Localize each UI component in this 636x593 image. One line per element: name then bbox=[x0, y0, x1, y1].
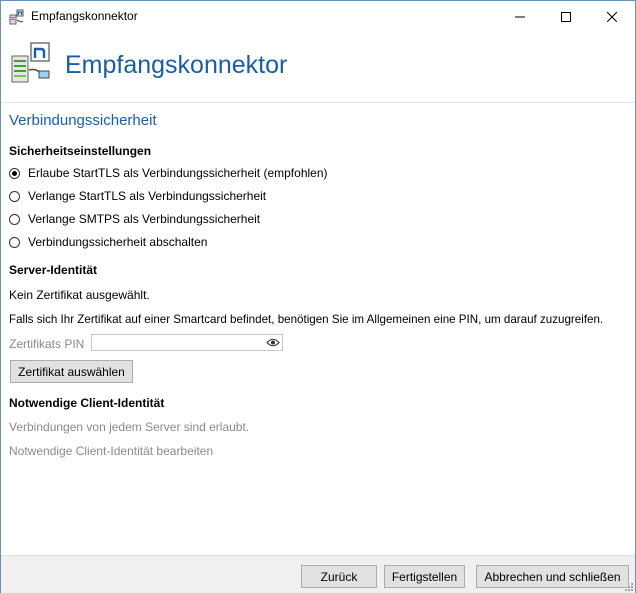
client-identity-status: Verbindungen von jedem Server sind erlau… bbox=[9, 420, 250, 434]
cancel-and-close-button[interactable]: Abbrechen und schließen bbox=[476, 565, 629, 588]
eye-icon[interactable] bbox=[266, 337, 280, 348]
close-button[interactable] bbox=[589, 1, 635, 32]
resize-grip-icon[interactable] bbox=[624, 582, 634, 592]
smartcard-note: Falls sich Ihr Zertifikat auf einer Smar… bbox=[9, 313, 604, 326]
radio-require-smtps[interactable]: Verlange SMTPS als Verbindungssicherheit bbox=[9, 211, 260, 227]
radio-button-selected[interactable] bbox=[9, 167, 20, 179]
dialog-footer: Zurück Fertigstellen Abbrechen und schli… bbox=[1, 555, 635, 593]
back-button[interactable]: Zurück bbox=[301, 565, 377, 588]
server-identity-heading: Server-Identität bbox=[9, 263, 98, 277]
certificate-pin-input[interactable] bbox=[91, 334, 283, 351]
radio-label: Erlaube StartTLS als Verbindungssicherhe… bbox=[28, 166, 328, 180]
header-divider bbox=[1, 102, 635, 103]
minimize-button[interactable] bbox=[497, 1, 543, 32]
radio-require-starttls[interactable]: Verlange StartTLS als Verbindungssicherh… bbox=[9, 188, 266, 204]
maximize-icon bbox=[561, 11, 571, 22]
connector-app-icon bbox=[9, 9, 24, 25]
security-settings-heading: Sicherheitseinstellungen bbox=[9, 144, 152, 158]
radio-label: Verlange StartTLS als Verbindungssicherh… bbox=[28, 189, 267, 203]
close-icon bbox=[607, 11, 617, 22]
finish-button[interactable]: Fertigstellen bbox=[384, 565, 465, 588]
window-title: Empfangskonnektor bbox=[31, 9, 138, 23]
wizard-header: Empfangskonnektor bbox=[1, 32, 635, 102]
dialog-window: Empfangskonnektor Empfangskonnektor Verb… bbox=[0, 0, 636, 593]
client-identity-heading: Notwendige Client-Identität bbox=[9, 396, 165, 410]
page-title: Empfangskonnektor bbox=[65, 51, 288, 79]
maximize-button[interactable] bbox=[543, 1, 589, 32]
radio-button[interactable] bbox=[9, 236, 20, 248]
section-title: Verbindungssicherheit bbox=[9, 112, 157, 129]
title-bar[interactable]: Empfangskonnektor bbox=[1, 1, 635, 32]
radio-label: Verlange SMTPS als Verbindungssicherheit bbox=[28, 212, 261, 226]
minimize-icon bbox=[515, 16, 525, 17]
radio-button[interactable] bbox=[9, 213, 20, 225]
radio-disable-security[interactable]: Verbindungssicherheit abschalten bbox=[9, 234, 207, 250]
select-certificate-button[interactable]: Zertifikat auswählen bbox=[10, 360, 133, 383]
pin-label: Zertifikats PIN bbox=[9, 337, 85, 351]
radio-button[interactable] bbox=[9, 190, 20, 202]
edit-client-identity-link[interactable]: Notwendige Client-Identität bearbeiten bbox=[9, 444, 213, 458]
connector-server-icon bbox=[11, 42, 50, 83]
radio-allow-starttls[interactable]: Erlaube StartTLS als Verbindungssicherhe… bbox=[9, 165, 328, 181]
no-certificate-text: Kein Zertifikat ausgewählt. bbox=[9, 288, 150, 302]
radio-label: Verbindungssicherheit abschalten bbox=[28, 235, 208, 249]
